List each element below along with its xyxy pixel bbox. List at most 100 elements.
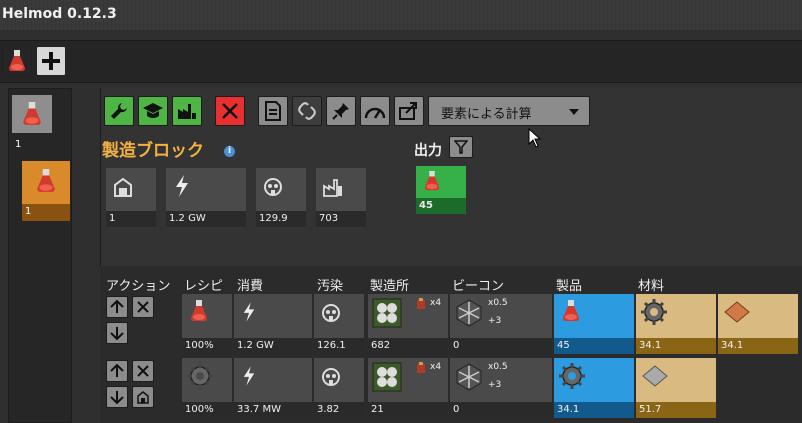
stat-buildings-value: 703 — [316, 211, 366, 227]
header-action: アクション — [106, 279, 171, 294]
top-toolbar — [0, 40, 802, 83]
beacon-icon — [456, 363, 482, 391]
factory-modules: x4 — [430, 298, 442, 308]
recipe-cell[interactable]: 100% — [182, 358, 232, 418]
factory-cell[interactable]: x4 21 — [368, 358, 448, 418]
ingredient-cell[interactable]: 51.7 — [636, 358, 716, 418]
production-item-2-footer: 1 — [22, 204, 70, 221]
chevron-down-icon — [569, 109, 579, 115]
energy-value: 33.7 MW — [234, 402, 312, 418]
move-down-button[interactable] — [106, 322, 128, 344]
beacon-count: 0 — [450, 338, 552, 354]
header-products: 製品 — [556, 279, 583, 294]
remove-button[interactable] — [132, 360, 154, 382]
beacon-icon — [456, 299, 482, 327]
product-cell[interactable]: 45 — [554, 294, 634, 354]
pollution-icon — [322, 368, 340, 386]
filter-button[interactable] — [449, 136, 473, 158]
education-button[interactable] — [138, 96, 168, 126]
chain-link-icon — [298, 102, 316, 120]
pollution-icon — [322, 304, 340, 322]
factory-count: 21 — [368, 402, 448, 418]
link-button[interactable] — [292, 96, 322, 126]
factory-icon — [137, 391, 149, 404]
pollution-icon — [264, 178, 282, 196]
stat-pollution: 129.9 — [256, 168, 306, 227]
speed-button[interactable] — [360, 96, 390, 126]
lightning-icon — [176, 175, 188, 197]
stat-factory-value: 1 — [106, 211, 156, 227]
building-icon — [323, 179, 342, 197]
ingredient-value: 51.7 — [636, 402, 716, 418]
table-row: 100% 1.2 GW 126.1 x4 682 x0.5 +3 0 45 34… — [104, 294, 802, 356]
production-item-2-count: 1 — [25, 206, 32, 217]
recipe-cell[interactable]: 100% — [182, 294, 232, 354]
beacon-cell[interactable]: x0.5 +3 0 — [450, 358, 552, 418]
output-label: 出力 — [414, 143, 442, 159]
delete-button[interactable] — [215, 96, 245, 126]
settings-button[interactable] — [104, 96, 134, 126]
pin-button[interactable] — [326, 96, 356, 126]
document-icon — [265, 101, 281, 121]
production-item-1[interactable] — [12, 95, 52, 133]
gear-icon — [559, 363, 585, 389]
beacon-cell[interactable]: x0.5 +3 0 — [450, 294, 552, 354]
pollution-cell: 3.82 — [314, 358, 364, 418]
production-item-2[interactable]: 1 — [22, 161, 70, 221]
factory-cell[interactable]: x4 682 — [368, 294, 448, 354]
lightning-icon — [243, 302, 255, 322]
filter-icon — [454, 140, 468, 154]
pollution-value: 3.82 — [314, 402, 364, 418]
recipe-percent: 100% — [182, 338, 232, 354]
arrow-up-icon — [110, 364, 124, 377]
flask-icon — [563, 300, 579, 321]
ingredient-value: 34.1 — [636, 338, 716, 354]
export-button[interactable] — [394, 96, 424, 126]
energy-value: 1.2 GW — [234, 338, 312, 354]
factory-settings-button[interactable] — [172, 96, 202, 126]
product-cell[interactable]: 34.1 — [554, 358, 634, 418]
flask-locked-icon — [26, 163, 66, 199]
factory-icon — [178, 104, 196, 119]
table-row: 100% 33.7 MW 3.82 x4 21 x0.5 +3 0 34.1 5… — [104, 358, 802, 420]
beacon-count: 0 — [450, 402, 552, 418]
arrow-down-icon — [110, 327, 124, 340]
move-down-button[interactable] — [106, 386, 128, 408]
stat-energy-value: 1.2 GW — [166, 211, 246, 227]
output-product[interactable]: 45 — [416, 166, 466, 214]
beacon-plus: +3 — [488, 316, 502, 326]
stat-pollution-value: 129.9 — [256, 211, 306, 227]
info-icon[interactable]: i — [224, 146, 235, 157]
remove-button[interactable] — [132, 296, 154, 318]
flask-tab-button[interactable] — [2, 46, 32, 76]
close-icon — [137, 301, 149, 313]
stat-buildings: 703 — [316, 168, 366, 227]
add-tab-button[interactable] — [36, 46, 66, 76]
wrench-icon — [111, 103, 127, 119]
move-up-button[interactable] — [106, 360, 128, 382]
close-icon — [137, 365, 149, 377]
block-button[interactable] — [132, 386, 154, 408]
compute-mode-dropdown[interactable]: 要素による計算 — [428, 96, 590, 126]
recipe-percent: 100% — [182, 402, 232, 418]
stat-factory: 1 — [106, 168, 156, 227]
move-up-button[interactable] — [106, 296, 128, 318]
window-title: Helmod 0.12.3 — [2, 6, 117, 22]
document-button[interactable] — [258, 96, 288, 126]
flask-icon — [23, 102, 41, 125]
energy-cell: 1.2 GW — [234, 294, 312, 354]
ingredient-cell[interactable]: 34.1 — [636, 294, 716, 354]
header-factory: 製造所 — [370, 279, 410, 294]
export-icon — [399, 102, 417, 120]
ingredient-cell[interactable]: 34.1 — [718, 294, 798, 354]
flask-icon — [9, 50, 25, 71]
pin-icon — [332, 103, 349, 120]
factory-modules: x4 — [430, 362, 442, 372]
arrow-down-icon — [110, 391, 124, 404]
factory-count: 682 — [368, 338, 448, 354]
arrow-up-icon — [110, 300, 124, 313]
product-value: 45 — [554, 338, 634, 354]
pollution-cell: 126.1 — [314, 294, 364, 354]
output-product-value: 45 — [416, 198, 466, 214]
graduation-cap-icon — [143, 103, 163, 118]
